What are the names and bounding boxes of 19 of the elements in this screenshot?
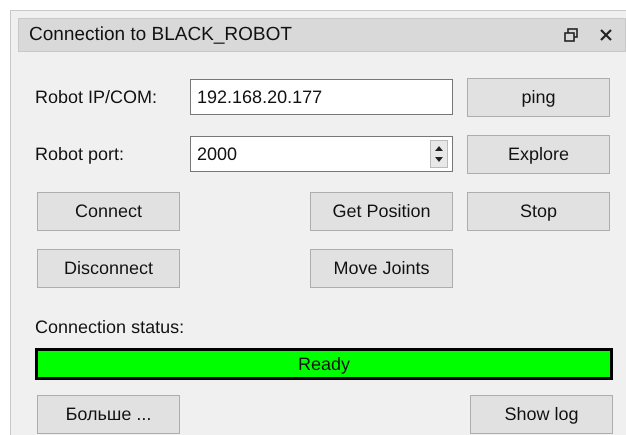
action-button[interactable]: ping <box>467 78 610 116</box>
field-label: Robot IP/COM: <box>35 86 158 108</box>
restore-icon[interactable] <box>563 27 579 43</box>
field-label: Robot port: <box>35 144 126 164</box>
action-button[interactable]: Connect <box>37 192 180 230</box>
spin-arrows-icon[interactable] <box>430 140 448 168</box>
action-button[interactable]: Disconnect <box>37 248 180 288</box>
spin-box[interactable]: 2000 <box>190 136 453 172</box>
action-button[interactable]: Stop <box>467 192 610 230</box>
show-log-button[interactable]: Show log <box>470 395 613 434</box>
status-indicator: Ready <box>35 348 613 380</box>
status-label: Connection status: <box>35 317 186 338</box>
text-field[interactable]: 192.168.20.177 <box>190 79 453 115</box>
action-button[interactable]: Move Joints <box>310 248 453 288</box>
window-title: Connection to BLACK_ROBOT <box>29 24 293 46</box>
action-button[interactable]: Get Position <box>310 192 453 230</box>
more-button[interactable]: Больше ... <box>37 395 180 434</box>
close-icon[interactable] <box>599 28 613 42</box>
action-button[interactable]: Explore <box>467 134 610 174</box>
